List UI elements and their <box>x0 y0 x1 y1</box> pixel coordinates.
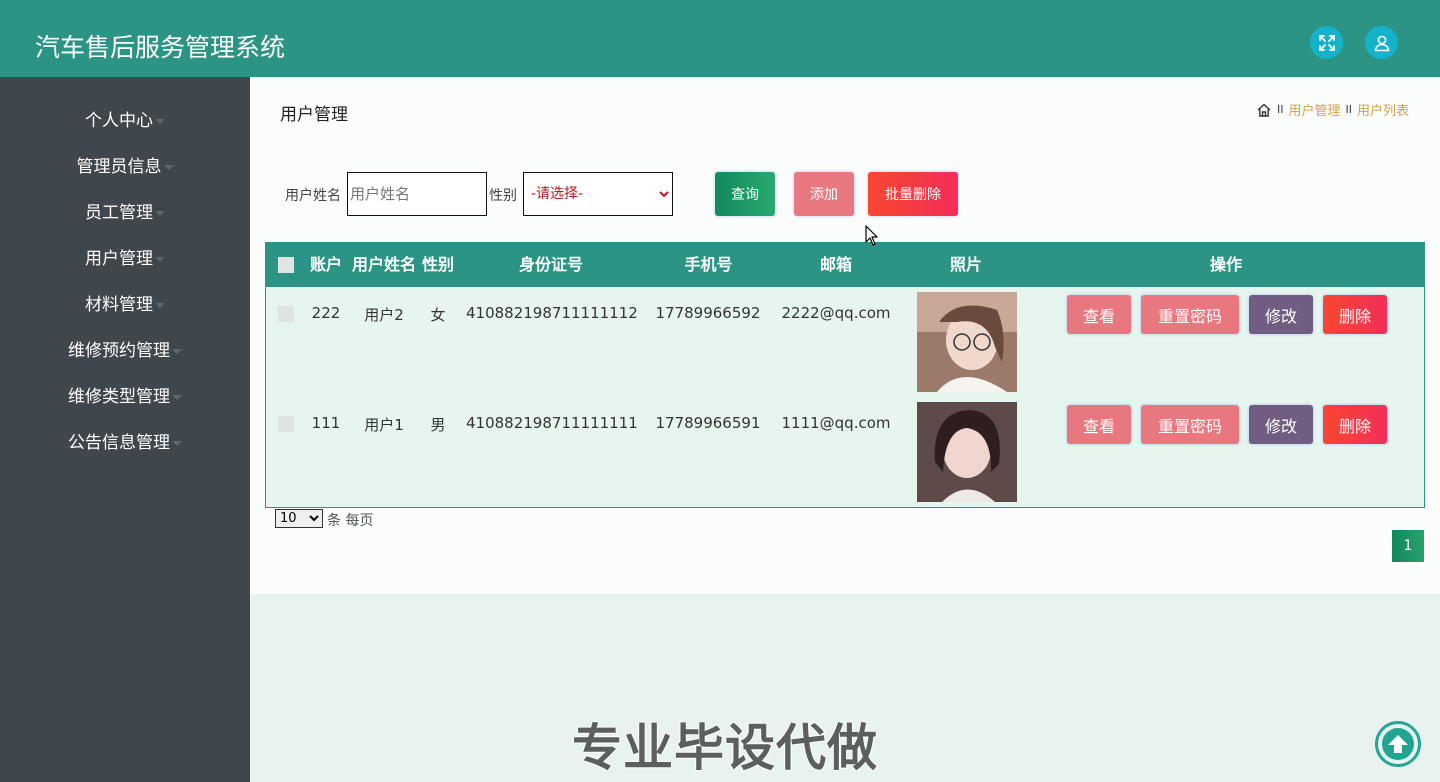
query-button[interactable]: 查询 <box>715 172 775 216</box>
breadcrumb: II 用户管理 II 用户列表 <box>1256 100 1409 119</box>
column-header-phone: 手机号 <box>684 255 733 274</box>
cell-phone: 17789966592 <box>655 304 761 322</box>
user-photo <box>917 402 1017 502</box>
name-label: 用户姓名 <box>285 188 341 204</box>
breadcrumb-item-users[interactable]: 用户管理 <box>1288 100 1340 119</box>
page-title: 用户管理 <box>280 105 348 125</box>
cell-email: 1111@qq.com <box>781 414 891 432</box>
caret-down-icon <box>172 394 182 400</box>
view-button[interactable]: 查看 <box>1067 295 1131 334</box>
name-search-input[interactable] <box>347 172 487 216</box>
sidebar-item-label: 维修类型管理 <box>68 387 170 407</box>
back-to-top-button[interactable] <box>1375 721 1421 767</box>
watermark-text: 专业毕设代做 <box>571 718 878 778</box>
app-title: 汽车售后服务管理系统 <box>35 33 286 62</box>
column-header-name: 用户姓名 <box>351 255 416 274</box>
column-header-photo: 照片 <box>949 255 982 274</box>
cell-id-number: 410882198711111112 <box>466 304 638 322</box>
home-icon[interactable] <box>1256 102 1272 118</box>
expand-icon <box>1318 34 1335 51</box>
edit-button[interactable]: 修改 <box>1249 405 1313 444</box>
table-row: 222 用户2 女 410882198711111112 17789966592… <box>266 287 1424 397</box>
reset-password-button[interactable]: 重置密码 <box>1141 295 1239 334</box>
delete-button[interactable]: 删除 <box>1323 295 1387 334</box>
caret-down-icon <box>155 210 165 216</box>
sidebar: 个人中心 管理员信息 员工管理 用户管理 材料管理 维修预约管理 维修类型管理 … <box>0 77 250 782</box>
sidebar-item-label: 公告信息管理 <box>68 433 170 453</box>
cell-id-number: 410882198711111111 <box>466 414 638 432</box>
cell-gender: 男 <box>430 416 446 434</box>
sidebar-item-label: 维修预约管理 <box>68 341 170 361</box>
gender-label: 性别 <box>489 188 517 204</box>
breadcrumb-separator: II <box>1345 103 1352 116</box>
row-checkbox[interactable] <box>278 416 294 432</box>
table-row: 111 用户1 男 410882198711111111 17789966591… <box>266 397 1424 507</box>
cell-gender: 女 <box>430 306 446 324</box>
gender-select[interactable]: -请选择- <box>523 172 673 216</box>
view-button[interactable]: 查看 <box>1067 405 1131 444</box>
sidebar-item-staff[interactable]: 员工管理 <box>0 198 250 228</box>
sidebar-item-label: 用户管理 <box>85 249 153 269</box>
select-all-checkbox[interactable] <box>278 257 294 273</box>
sidebar-item-repair-booking[interactable]: 维修预约管理 <box>0 336 250 366</box>
reset-password-button[interactable]: 重置密码 <box>1141 405 1239 444</box>
column-header-email: 邮箱 <box>819 255 852 274</box>
cell-account: 111 <box>311 414 341 432</box>
caret-down-icon <box>155 256 165 262</box>
user-photo <box>917 292 1017 392</box>
page-number-button[interactable]: 1 <box>1392 530 1424 562</box>
per-page-label: 条 每页 <box>327 513 374 529</box>
add-button[interactable]: 添加 <box>794 172 854 216</box>
cell-email: 2222@qq.com <box>781 304 891 322</box>
caret-down-icon <box>172 348 182 354</box>
caret-down-icon <box>172 440 182 446</box>
caret-down-icon <box>155 302 165 308</box>
user-icon <box>1374 35 1389 51</box>
sidebar-item-label: 个人中心 <box>85 111 153 131</box>
page-size-select[interactable]: 10 <box>275 509 323 528</box>
cell-name: 用户2 <box>364 306 404 324</box>
main-content: 用户管理 II 用户管理 II 用户列表 用户姓名 性别 -请选择- 查询 添加… <box>250 77 1440 594</box>
caret-down-icon <box>155 118 165 124</box>
sidebar-item-announcements[interactable]: 公告信息管理 <box>0 428 250 458</box>
cell-account: 222 <box>311 304 341 322</box>
mouse-cursor-icon <box>865 225 878 246</box>
sidebar-item-personal-center[interactable]: 个人中心 <box>0 106 250 136</box>
column-header-gender: 性别 <box>421 255 454 274</box>
row-checkbox[interactable] <box>278 306 294 322</box>
breadcrumb-item-user-list[interactable]: 用户列表 <box>1357 100 1409 119</box>
breadcrumb-separator: II <box>1276 103 1284 116</box>
sidebar-item-label: 材料管理 <box>85 295 153 315</box>
sidebar-item-label: 管理员信息 <box>76 157 162 177</box>
sidebar-item-users[interactable]: 用户管理 <box>0 244 250 274</box>
sidebar-item-materials[interactable]: 材料管理 <box>0 290 250 320</box>
sidebar-item-repair-types[interactable]: 维修类型管理 <box>0 382 250 412</box>
user-table: 账户 用户姓名 性别 身份证号 手机号 邮箱 照片 操作 222 用户2 女 4… <box>265 242 1425 508</box>
batch-delete-button[interactable]: 批量删除 <box>868 172 958 216</box>
cell-name: 用户1 <box>364 416 404 434</box>
fullscreen-button[interactable] <box>1310 26 1343 59</box>
column-header-id-number: 身份证号 <box>518 255 583 274</box>
column-header-actions: 操作 <box>1209 255 1242 274</box>
delete-button[interactable]: 删除 <box>1323 405 1387 444</box>
table-header: 账户 用户姓名 性别 身份证号 手机号 邮箱 照片 操作 <box>266 243 1424 287</box>
user-button[interactable] <box>1365 26 1398 59</box>
caret-down-icon <box>163 164 174 170</box>
top-bar: 汽车售后服务管理系统 <box>0 0 1440 77</box>
column-header-account: 账户 <box>309 255 342 274</box>
sidebar-item-label: 员工管理 <box>85 203 153 223</box>
sidebar-item-admin-info[interactable]: 管理员信息 <box>0 152 250 182</box>
cell-phone: 17789966591 <box>655 414 761 432</box>
arrow-up-icon <box>1382 728 1414 760</box>
edit-button[interactable]: 修改 <box>1249 295 1313 334</box>
